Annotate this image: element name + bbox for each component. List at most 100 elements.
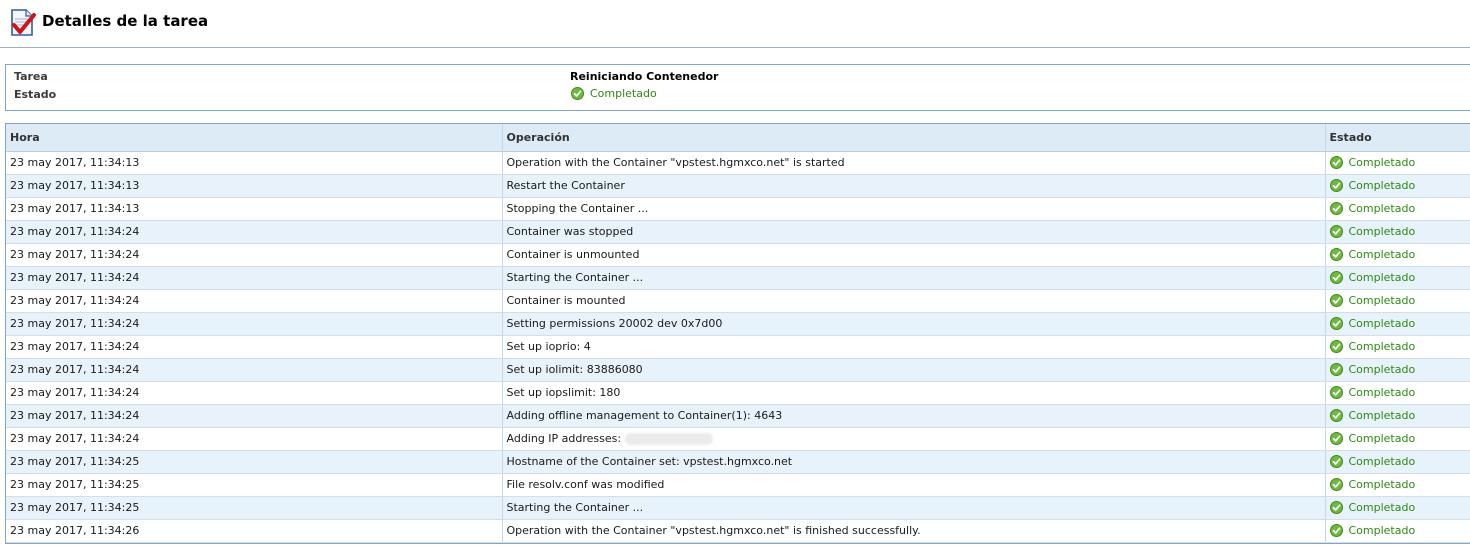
cell-time: 23 may 2017, 11:34:26 [6,519,502,543]
cell-time: 23 may 2017, 11:34:25 [6,473,502,497]
cell-time: 23 may 2017, 11:34:24 [6,266,502,290]
cell-operation: Container is mounted [501,289,1325,313]
check-circle-icon [1329,432,1343,445]
status-badge: Completado [1329,156,1470,169]
operation-text: Set up iolimit: 83886080 [506,363,643,376]
status-text: Completado [1348,501,1416,514]
status-text: Completado [1348,156,1416,169]
check-circle-icon [1329,202,1343,215]
check-circle-icon [1329,501,1343,514]
cell-status: Completado [1324,197,1470,221]
cell-status: Completado [1324,151,1470,175]
table-row: 23 may 2017, 11:34:13 Stopping the Contai… [6,197,1470,221]
status-badge: Completado [1329,478,1470,491]
operation-text: Starting the Container ... [506,501,644,514]
operation-text: Set up ioprio: 4 [506,340,591,353]
cell-operation: Operation with the Container "vpstest.hg… [501,519,1325,543]
cell-operation: Set up iolimit: 83886080 [501,358,1325,382]
operation-text: Container is mounted [506,294,626,307]
check-circle-icon [1329,524,1343,537]
cell-time: 23 may 2017, 11:34:24 [6,427,502,451]
page-header: Detalles de la tarea [0,0,1470,48]
cell-status: Completado [1324,381,1470,405]
status-badge: Completado [1329,501,1470,514]
column-header-hora[interactable]: Hora [6,124,502,152]
cell-operation: Starting the Container ... [501,496,1325,520]
table-row: 23 may 2017, 11:34:24 Container is unmoun… [6,243,1470,267]
operation-text: Restart the Container [506,179,625,192]
cell-operation: Stopping the Container ... [501,197,1325,221]
column-header-estado[interactable]: Estado [1324,124,1470,152]
cell-status: Completado [1324,312,1470,336]
cell-operation: Set up ioprio: 4 [501,335,1325,359]
check-circle-icon [1329,271,1343,284]
task-label: Tarea [14,70,48,83]
status-text: Completado [1348,340,1416,353]
status-text: Completado [1348,294,1416,307]
table-row: 23 may 2017, 11:34:24 Adding IP addresses… [6,427,1470,451]
status-label: Estado [14,88,57,101]
status-badge: Completado [1329,409,1470,422]
check-circle-icon [1329,386,1343,399]
cell-time: 23 may 2017, 11:34:24 [6,243,502,267]
check-circle-icon [1329,225,1343,238]
cell-operation: Container was stopped [501,220,1325,244]
table-row: 23 may 2017, 11:34:24 Starting the Contai… [6,266,1470,290]
task-value: Reiniciando Contenedor [570,70,719,83]
cell-status: Completado [1324,427,1470,451]
status-text: Completado [1348,225,1416,238]
cell-time: 23 may 2017, 11:34:25 [6,450,502,474]
cell-status: Completado [1324,496,1470,520]
check-circle-icon [1329,317,1343,330]
cell-status: Completado [1324,289,1470,313]
status-badge: Completado [1329,524,1470,537]
status-text: Completado [1348,317,1416,330]
cell-operation: Operation with the Container "vpstest.hg… [501,151,1325,175]
page-title: Detalles de la tarea [42,12,209,30]
operation-text: Setting permissions 20002 dev 0x7d00 [506,317,723,330]
cell-operation: Container is unmounted [501,243,1325,267]
column-header-operacion[interactable]: Operación [501,124,1325,152]
check-circle-icon [1329,340,1343,353]
cell-time: 23 may 2017, 11:34:24 [6,335,502,359]
cell-status: Completado [1324,450,1470,474]
table-row: 23 may 2017, 11:34:24 Set up iolimit: 838… [6,358,1470,382]
operations-table: Hora Operación Estado 23 may 2017, 11:34… [5,123,1470,544]
summary-status-text: Completado [590,87,657,100]
cell-status: Completado [1324,473,1470,497]
cell-time: 23 may 2017, 11:34:13 [6,197,502,221]
cell-time: 23 may 2017, 11:34:24 [6,381,502,405]
check-circle-icon [1329,156,1343,169]
status-badge: Completado [1329,455,1470,468]
cell-time: 23 may 2017, 11:34:25 [6,496,502,520]
check-circle-icon [1329,248,1343,261]
redacted-ip-addresses [625,433,714,445]
status-text: Completado [1348,432,1416,445]
status-text: Completado [1348,179,1416,192]
status-text: Completado [1348,409,1416,422]
status-badge: Completado [1329,386,1470,399]
cell-operation: Hostname of the Container set: vpstest.h… [501,450,1325,474]
table-row: 23 may 2017, 11:34:24 Set up ioprio: 4 Com… [6,335,1470,359]
cell-status: Completado [1324,519,1470,543]
cell-operation: Restart the Container [501,174,1325,198]
cell-time: 23 may 2017, 11:34:24 [6,289,502,313]
status-badge: Completado [1329,363,1470,376]
table-row: 23 may 2017, 11:34:24 Set up iopslimit: 1… [6,381,1470,405]
status-badge: Completado [1329,432,1470,445]
cell-time: 23 may 2017, 11:34:13 [6,174,502,198]
cell-operation: Starting the Container ... [501,266,1325,290]
cell-status: Completado [1324,266,1470,290]
table-row: 23 may 2017, 11:34:24 Container is mounte… [6,289,1470,313]
operation-text: Set up iopslimit: 180 [506,386,621,399]
check-circle-icon [1329,179,1343,192]
operation-text: File resolv.conf was modified [506,478,665,491]
check-circle-icon [571,87,584,100]
table-row: 23 may 2017, 11:34:25 Hostname of the Con… [6,450,1470,474]
cell-status: Completado [1324,220,1470,244]
summary-status: Completado [571,87,657,100]
check-circle-icon [1329,363,1343,376]
operation-text: Hostname of the Container set: vpstest.h… [506,455,793,468]
check-circle-icon [1329,478,1343,491]
cell-operation: Setting permissions 20002 dev 0x7d00 [501,312,1325,336]
